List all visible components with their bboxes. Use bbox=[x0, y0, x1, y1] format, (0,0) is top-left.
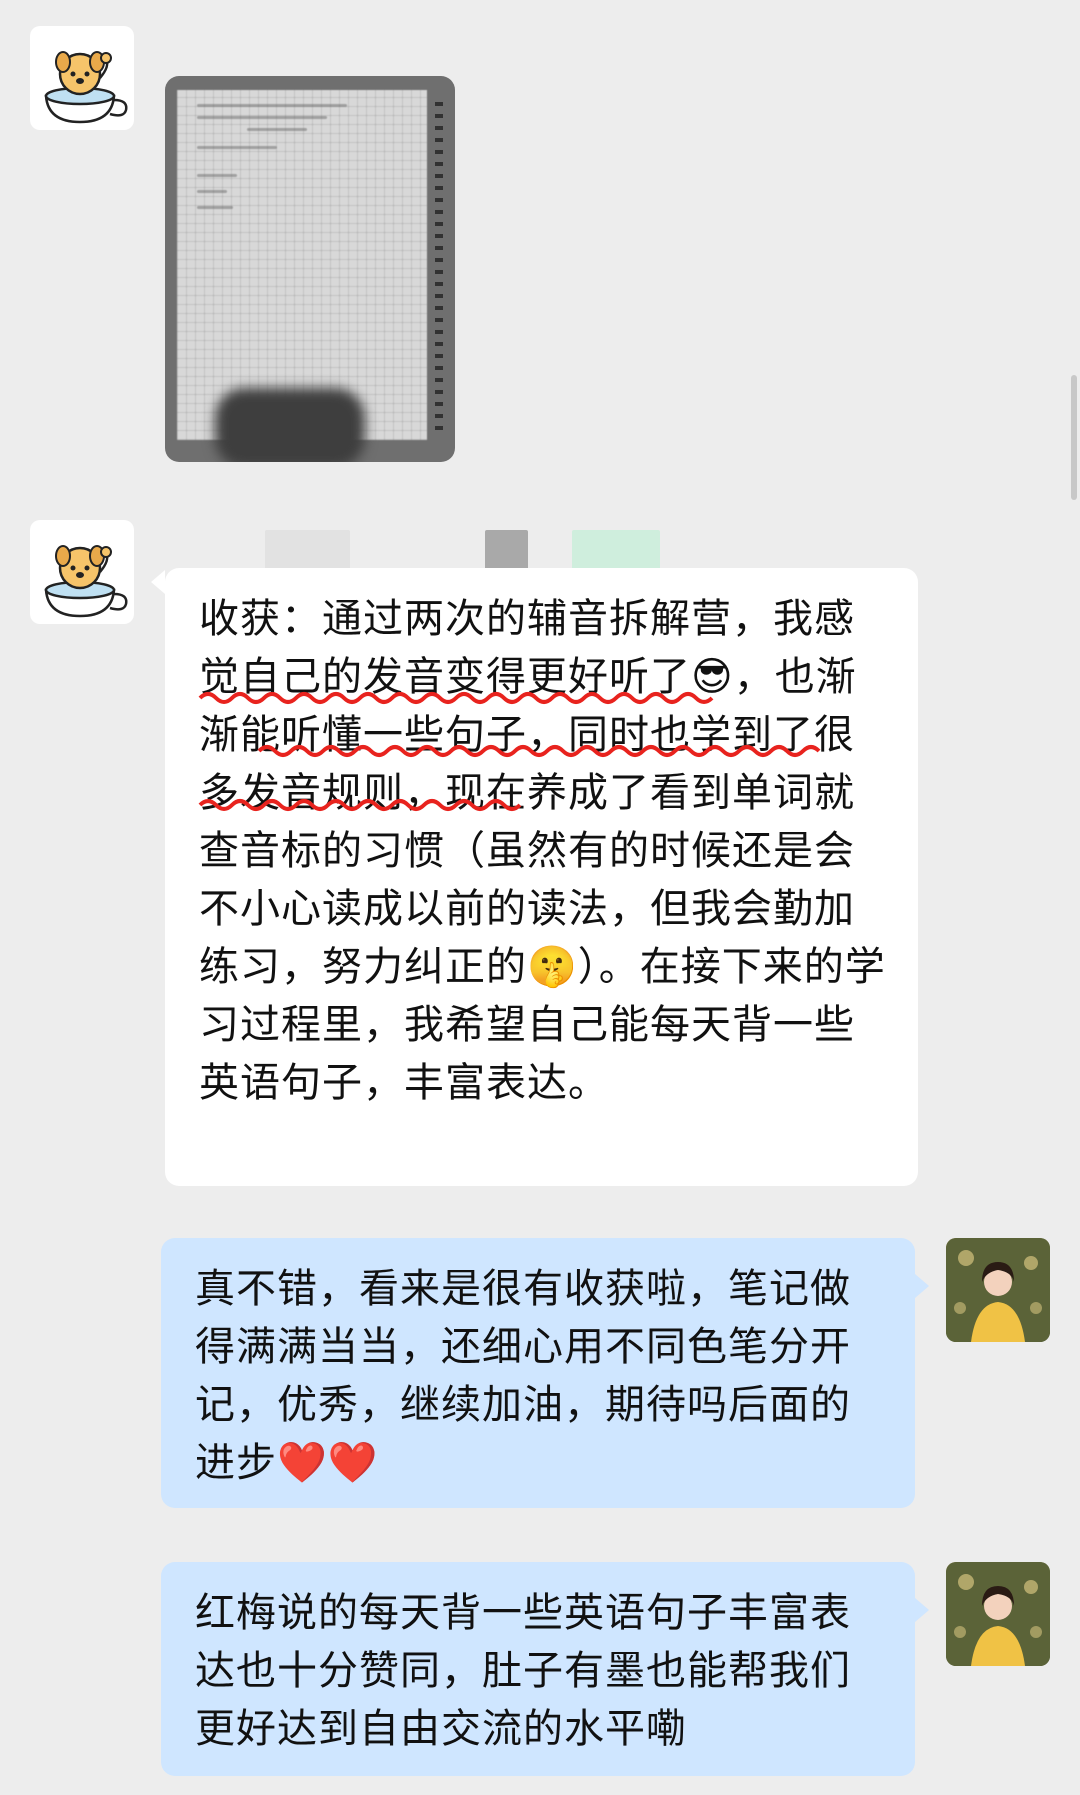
bubble-tail bbox=[151, 570, 165, 594]
sender-name-blurred bbox=[485, 530, 528, 572]
finger-blur bbox=[215, 388, 365, 462]
message-bubble-right[interactable]: 红梅说的每天背一些英语句子丰富表达也十分赞同，肚子有墨也能帮我们更好达到自由交流… bbox=[161, 1562, 915, 1776]
message-text: 红梅说的每天背一些英语句子丰富表达也十分赞同，肚子有墨也能帮我们更好达到自由交流… bbox=[195, 1590, 851, 1752]
notebook-photo-message[interactable] bbox=[165, 76, 455, 462]
message-bubble-left[interactable]: 收获：通过两次的辅音拆解营，我感觉自己的发音变得更好听了😎，也渐渐能听懂一些句子… bbox=[165, 568, 918, 1186]
right-user-avatar[interactable] bbox=[946, 1238, 1050, 1342]
bubble-tail bbox=[915, 1274, 929, 1298]
profile-photo-avatar bbox=[946, 1562, 1050, 1666]
message-bubble-right[interactable]: 真不错，看来是很有收获啦，笔记做得满满当当，还细心用不同色笔分开记，优秀，继续加… bbox=[161, 1238, 915, 1508]
profile-photo-avatar bbox=[946, 1238, 1050, 1342]
scrollbar-thumb[interactable] bbox=[1071, 375, 1077, 500]
notebook-spiral bbox=[435, 100, 443, 430]
message-text: 收获：通过两次的辅音拆解营，我感觉自己的发音变得更好听了😎，也渐渐能听懂一些句子… bbox=[199, 596, 886, 1106]
bubble-tail bbox=[915, 1598, 929, 1622]
left-user-avatar-2[interactable] bbox=[30, 520, 134, 624]
sender-name-blurred bbox=[265, 530, 350, 572]
dog-in-teacup-icon bbox=[44, 545, 128, 618]
left-user-avatar[interactable] bbox=[30, 26, 134, 130]
sender-name-blurred bbox=[572, 530, 660, 572]
message-text: 真不错，看来是很有收获啦，笔记做得满满当当，还细心用不同色笔分开记，优秀，继续加… bbox=[195, 1266, 851, 1486]
right-user-avatar-2[interactable] bbox=[946, 1562, 1050, 1666]
dog-in-teacup-icon bbox=[44, 51, 128, 124]
